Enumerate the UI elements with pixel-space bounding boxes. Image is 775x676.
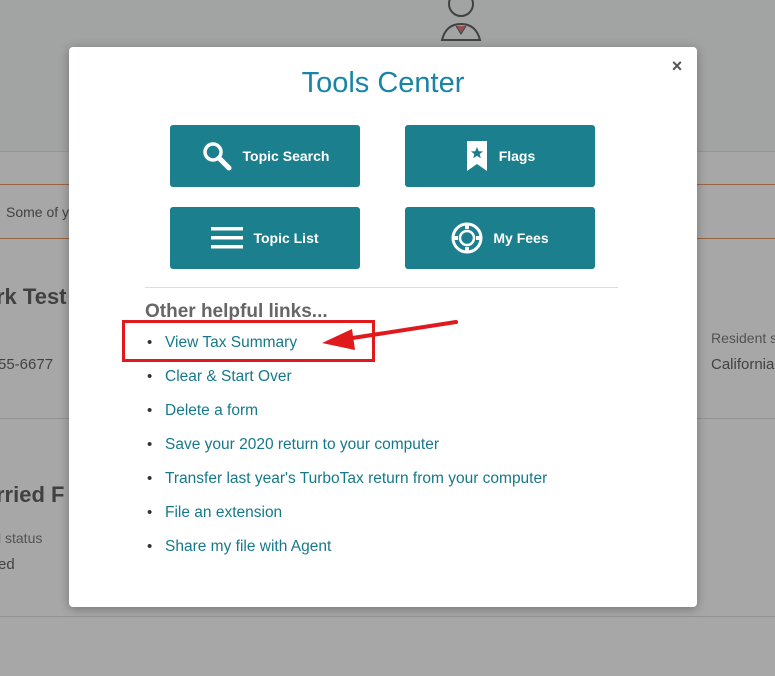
list-item: Transfer last year's TurboTax return fro… <box>145 467 547 501</box>
list-item: File an extension <box>145 501 547 535</box>
helpful-links-list: View Tax Summary Clear & Start Over Dele… <box>145 331 547 569</box>
list-item: Save your 2020 return to your computer <box>145 433 547 467</box>
list-item: Clear & Start Over <box>145 365 547 399</box>
save-return-link[interactable]: Save your 2020 return to your computer <box>165 436 439 453</box>
topic-search-button[interactable]: Topic Search <box>170 125 360 187</box>
my-fees-button[interactable]: My Fees <box>405 207 595 269</box>
file-extension-link[interactable]: File an extension <box>165 504 282 521</box>
flags-button[interactable]: Flags <box>405 125 595 187</box>
topic-list-button[interactable]: Topic List <box>170 207 360 269</box>
annotation-highlight-box <box>122 320 375 362</box>
topic-search-label: Topic Search <box>242 148 330 164</box>
my-fees-label: My Fees <box>493 230 549 246</box>
clear-start-over-link[interactable]: Clear & Start Over <box>165 368 292 385</box>
bookmark-star-icon <box>465 140 489 172</box>
menu-icon <box>211 226 244 250</box>
poker-chip-icon <box>451 222 483 254</box>
transfer-return-link[interactable]: Transfer last year's TurboTax return fro… <box>165 470 547 487</box>
list-item: Delete a form <box>145 399 547 433</box>
topic-list-label: Topic List <box>253 230 319 246</box>
share-file-link[interactable]: Share my file with Agent <box>165 538 331 555</box>
search-icon <box>201 140 233 172</box>
list-item: Share my file with Agent <box>145 535 547 569</box>
flags-label: Flags <box>498 148 536 164</box>
modal-title: Tools Center <box>301 67 465 99</box>
divider <box>145 287 618 288</box>
delete-form-link[interactable]: Delete a form <box>165 402 258 419</box>
